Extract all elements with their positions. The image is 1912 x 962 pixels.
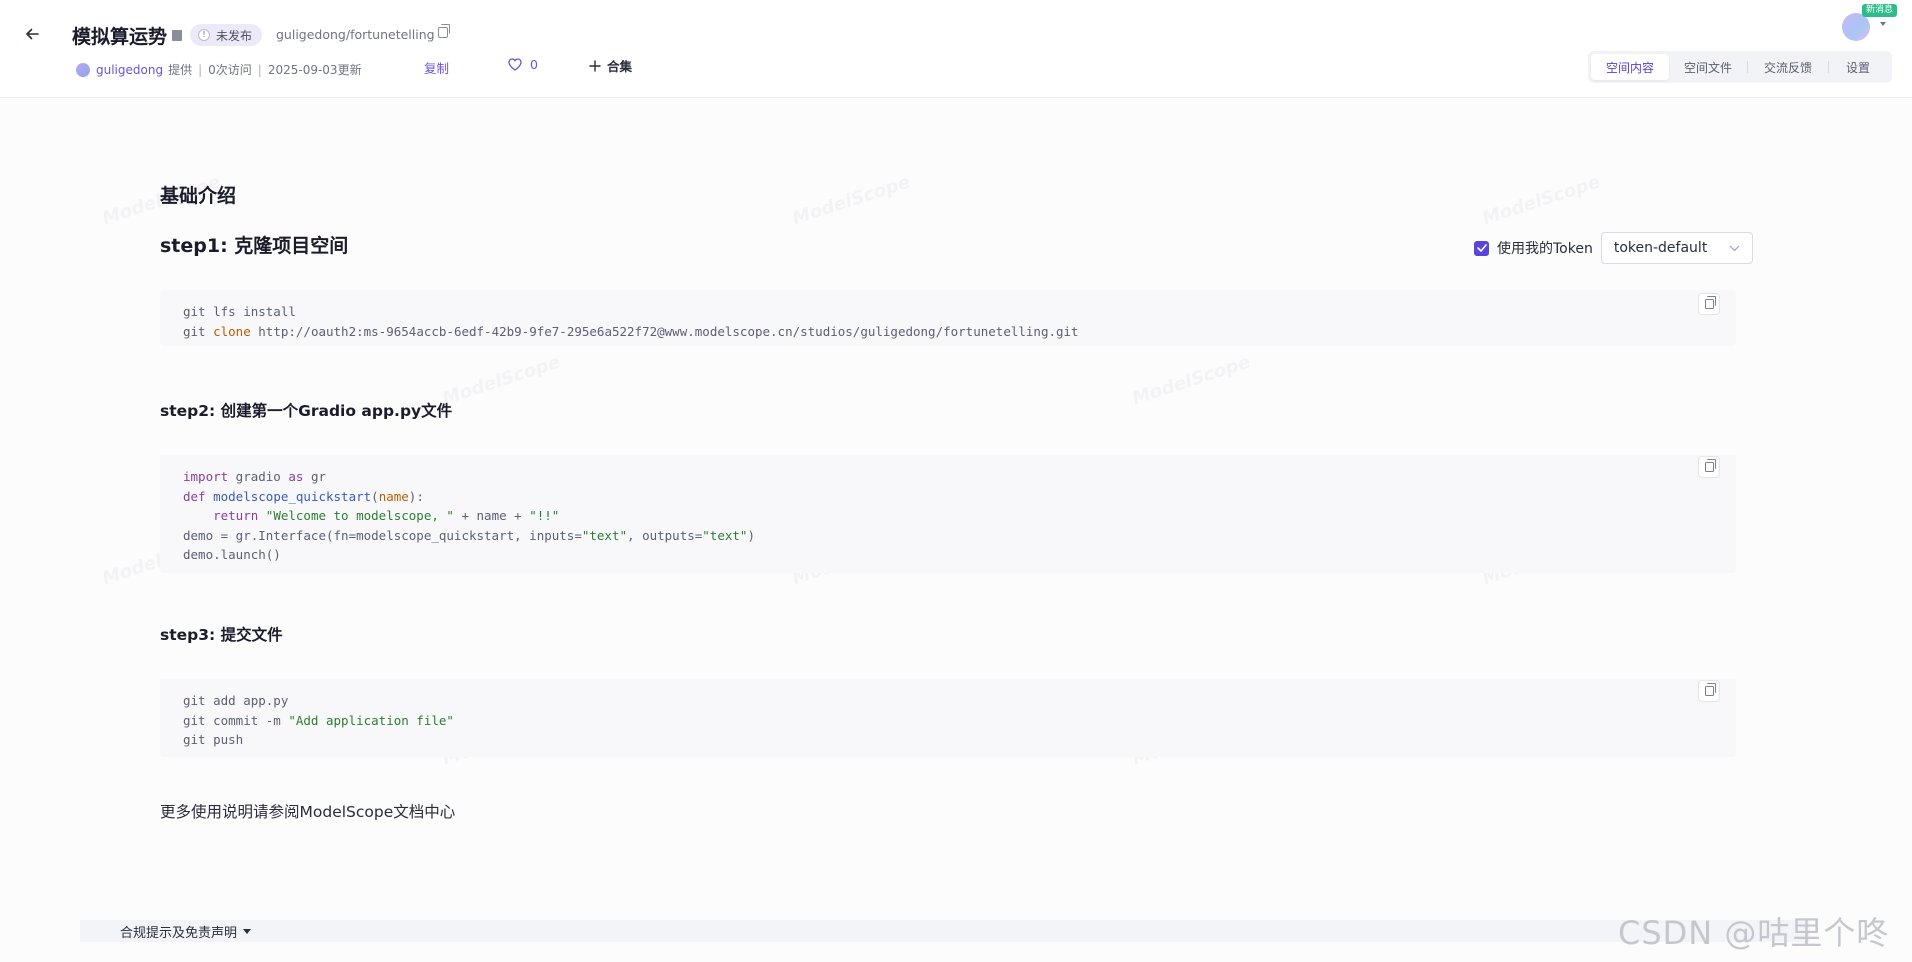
check-icon [1476,244,1487,252]
copy-icon [1704,296,1716,309]
disclaimer-label: 合规提示及免责声明 [120,926,238,941]
footer-bar [80,920,1810,942]
divider: | [257,62,262,77]
divider: | [198,62,203,77]
tab-feedback[interactable]: 交流反馈 [1748,54,1828,80]
code-text: ( [371,488,379,504]
code-text: ): [408,488,424,504]
new-message-badge[interactable]: 新消息 [1862,4,1898,17]
copy-icon [1704,459,1716,472]
visit-count: 0次访问 [208,63,252,77]
plus-icon [589,59,601,72]
back-arrow-icon[interactable] [18,20,46,48]
code-block-commit: git add app.py git commit -m "Add applic… [160,679,1736,757]
code-keyword: return [213,508,259,523]
code-text: http://oauth2:ms-9654accb-6edf-42b9-9fe7… [250,323,1079,339]
code-text: , outputs= [627,527,703,543]
status-badge-label: 未发布 [216,28,253,43]
tab-settings[interactable]: 设置 [1829,54,1887,80]
code-param: name [378,488,409,504]
author-avatar [76,62,90,77]
code-block-clone: git lfs install git clone http://oauth2:… [160,290,1736,346]
info-icon: ! [198,29,210,41]
code-text: gr [303,469,327,484]
chevron-down-icon[interactable] [1880,22,1886,26]
tab-space-files[interactable]: 空间文件 [1669,54,1747,80]
disclaimer-toggle[interactable]: 合规提示及免责声明 [120,922,252,941]
code-line: demo.launch() [183,547,281,562]
top-header: 模拟算运势 ! 未发布 guligedong/fortunetelling gu… [0,0,1912,98]
code-content: import gradio as gr def modelscope_quick… [183,467,755,565]
like-count: 0 [530,57,538,72]
copy-icon[interactable] [438,24,450,38]
copy-code-button[interactable] [1698,680,1720,702]
code-string: "Welcome to modelscope, " [265,508,454,523]
page-title: 模拟算运势 [72,26,168,48]
watermark: ModelScope [789,171,913,230]
like-button[interactable]: 0 [508,57,538,72]
code-keyword: clone [213,323,251,339]
code-line: git lfs install [183,304,296,319]
caret-down-icon [243,928,252,934]
copy-code-button[interactable] [1698,456,1720,478]
tab-space-content[interactable]: 空间内容 [1591,54,1669,80]
code-text: demo = gr.Interface(fn=modelscope_quicks… [183,527,582,543]
copy-button[interactable]: 复制 [424,58,449,77]
step3-heading: step3: 提交文件 [160,626,283,644]
code-keyword: def [183,488,206,504]
repo-path: guligedong/fortunetelling [276,27,435,42]
docs-link[interactable]: 更多使用说明请参阅ModelScope文档中心 [160,800,455,822]
space-tabs: 空间内容 空间文件 交流反馈 设置 [1588,51,1892,83]
code-content: git lfs install git clone http://oauth2:… [183,302,1079,341]
code-text: git [183,323,214,339]
chevron-down-icon [1729,245,1740,251]
code-text: git commit -m [183,712,289,728]
code-block-app: import gradio as gr def modelscope_quick… [160,455,1736,573]
code-string: "text" [581,527,628,543]
token-selector: 使用我的Token token-default [1474,232,1753,264]
code-line: git add app.py [183,693,289,708]
code-string: "Add application file" [288,712,454,728]
user-avatar[interactable] [1842,13,1870,41]
document-icon [172,30,182,41]
collection-label: 合集 [607,59,633,74]
status-badge: ! 未发布 [190,24,263,46]
watermark: ModelScope [1479,171,1603,230]
token-select-value: token-default [1613,240,1708,256]
code-text: gradio [228,469,289,484]
use-token-checkbox[interactable] [1474,240,1489,256]
code-text: + name + [453,508,530,523]
author-link[interactable]: guligedong [96,63,163,77]
token-select[interactable]: token-default [1600,232,1753,264]
copy-code-button[interactable] [1698,293,1720,315]
update-date: 2025-09-03更新 [267,63,362,77]
step1-heading: step1: 克隆项目空间 [160,235,349,257]
heart-icon [508,58,522,71]
meta-info: guligedong 提供 | 0次访问 | 2025-09-03更新 [76,61,362,78]
intro-heading: 基础介绍 [160,185,237,207]
code-string: "!!" [529,508,560,523]
add-collection-button[interactable]: 合集 [589,56,632,75]
code-line: git push [183,732,244,747]
code-function: modelscope_quickstart [213,488,372,504]
use-token-label: 使用我的Token [1497,241,1593,257]
copy-icon [1704,683,1716,696]
code-keyword: as [288,469,304,484]
watermark: ModelScope [439,351,563,410]
code-string: "text" [702,527,748,543]
code-text: ) [747,527,755,543]
csdn-watermark: CSDN @咕里个咚 [1618,914,1890,952]
code-keyword: import [183,469,229,484]
watermark: ModelScope [1129,351,1253,410]
code-content: git add app.py git commit -m "Add applic… [183,691,454,750]
step2-heading: step2: 创建第一个Gradio app.py文件 [160,402,453,420]
provided-label: 提供 [168,63,193,77]
